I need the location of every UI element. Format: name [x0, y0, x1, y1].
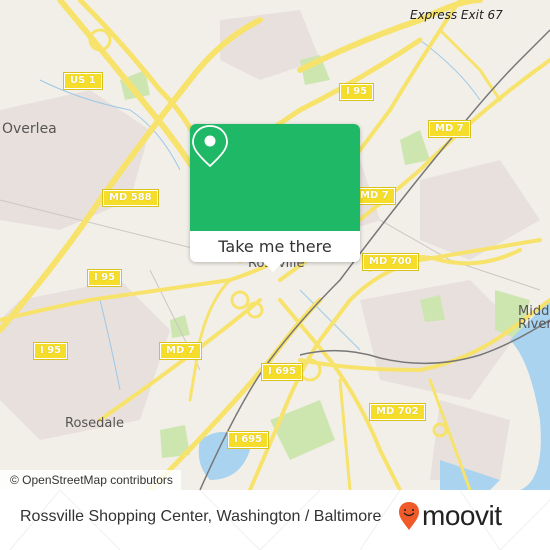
route-shield-us1: US 1 [63, 72, 103, 90]
osm-attribution[interactable]: © OpenStreetMap contributors [0, 470, 181, 490]
exit-label: Express Exit 67 [410, 8, 503, 22]
place-label-rosedale: Rosedale [65, 416, 125, 431]
place-label-middle-river: Middle River [518, 305, 550, 331]
popup-pointer [263, 262, 283, 272]
map[interactable]: Overlea Rossville Rosedale Middle River … [0, 0, 550, 490]
route-shield-i95-mid: I 95 [86, 269, 123, 287]
popup-header [190, 124, 360, 231]
place-label-overlea: Overlea [2, 121, 57, 137]
destination-popup: Take me there [190, 124, 360, 272]
moovit-wordmark: moovit [422, 500, 502, 531]
route-shield-md588: MD 588 [102, 189, 159, 207]
route-shield-md7-mid: MD 7 [353, 187, 396, 205]
map-pin-icon [192, 125, 228, 168]
route-shield-i695-a: I 695 [260, 363, 304, 381]
route-shield-i695-b: I 695 [226, 431, 270, 449]
route-shield-md7-top: MD 7 [428, 120, 471, 138]
route-shield-i95-left: I 95 [32, 342, 69, 360]
place-label-middle-river-line2: River [518, 317, 550, 332]
route-shield-i95-top: I 95 [338, 83, 375, 101]
take-me-there-button[interactable]: Take me there [190, 231, 360, 262]
route-shield-md7-low: MD 7 [159, 342, 202, 360]
moovit-pin-icon [399, 502, 419, 530]
footer: Rossville Shopping Center, Washington / … [0, 490, 550, 550]
route-shield-md700: MD 700 [362, 253, 419, 271]
moovit-logo[interactable]: moovit [398, 500, 502, 532]
location-title: Rossville Shopping Center, Washington / … [20, 508, 382, 525]
route-shield-md702: MD 702 [369, 403, 426, 421]
